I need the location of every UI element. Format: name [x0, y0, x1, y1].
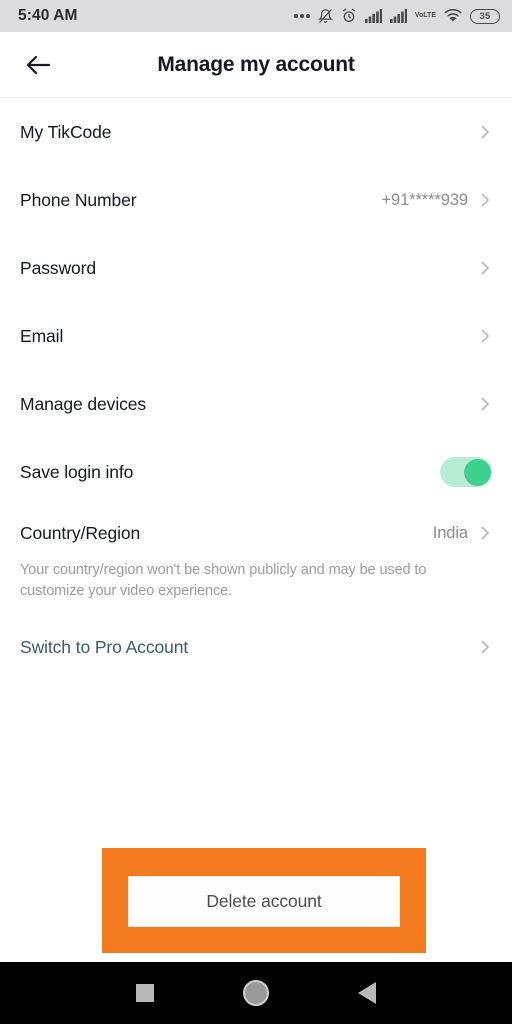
- back-button[interactable]: [18, 45, 58, 85]
- chevron-right-icon: [481, 397, 489, 411]
- row-label: Switch to Pro Account: [20, 636, 189, 657]
- setting-row-country-region[interactable]: Country/Region India: [20, 506, 492, 560]
- chevron-right-icon: [481, 640, 489, 654]
- page-title: Manage my account: [157, 52, 355, 76]
- alarm-clock-icon: [341, 8, 357, 24]
- setting-row-email[interactable]: Email: [20, 302, 492, 370]
- status-time: 5:40 AM: [18, 7, 78, 24]
- more-dots-icon: [294, 14, 310, 18]
- country-region-description: Your country/region won't be shown publi…: [20, 562, 427, 599]
- row-label: Password: [20, 257, 97, 278]
- settings-list: My TikCode Phone Number +91*****939 Pass…: [0, 98, 512, 684]
- row-label: Email: [20, 325, 64, 346]
- home-circle-icon: [242, 980, 269, 1006]
- row-value: India: [432, 523, 468, 542]
- setting-row-phone-number[interactable]: Phone Number +91*****939: [20, 166, 492, 234]
- toggle-knob: [463, 458, 491, 486]
- row-label: Manage devices: [20, 393, 147, 414]
- setting-row-switch-to-pro-account[interactable]: Switch to Pro Account: [20, 610, 492, 684]
- setting-row-my-tikcode[interactable]: My TikCode: [20, 98, 492, 166]
- arrow-left-icon: [26, 55, 51, 74]
- signal-bars-icon: [364, 9, 382, 23]
- back-triangle-icon: [357, 982, 376, 1004]
- setting-row-save-login-info[interactable]: Save login info: [20, 438, 492, 506]
- row-label: Country/Region: [20, 522, 141, 543]
- battery-icon: 35: [470, 8, 500, 24]
- home-button[interactable]: [233, 970, 279, 1016]
- bell-muted-icon: [317, 8, 333, 24]
- signal-bars-icon: [389, 9, 407, 23]
- chevron-right-icon: [481, 125, 489, 139]
- chevron-right-icon: [481, 193, 489, 207]
- status-icon-tray: Vo LTE 35: [294, 8, 500, 24]
- setting-row-manage-devices[interactable]: Manage devices: [20, 370, 492, 438]
- volte-icon: Vo LTE: [415, 12, 436, 19]
- volte-top-label: Vo: [414, 12, 424, 20]
- android-navigation-bar: [0, 962, 512, 1024]
- back-nav-button[interactable]: [344, 970, 390, 1016]
- setting-row-password[interactable]: Password: [20, 234, 492, 302]
- chevron-right-icon: [481, 526, 489, 540]
- row-label: Save login info: [20, 461, 134, 482]
- row-value: +91*****939: [381, 190, 468, 209]
- save-login-toggle[interactable]: [440, 457, 492, 487]
- row-label: My TikCode: [20, 121, 112, 142]
- row-label: Phone Number: [20, 189, 137, 210]
- volte-bottom-label: LTE: [423, 12, 436, 20]
- status-bar: 5:40 AM Vo LTE 35: [0, 0, 512, 32]
- delete-account-button[interactable]: Delete account: [128, 876, 400, 927]
- chevron-right-icon: [481, 329, 489, 343]
- recents-button[interactable]: [122, 970, 168, 1016]
- chevron-right-icon: [481, 261, 489, 275]
- delete-account-label: Delete account: [206, 891, 322, 911]
- recents-square-icon: [136, 984, 155, 1002]
- wifi-icon: [444, 9, 462, 23]
- app-bar: Manage my account: [0, 32, 512, 98]
